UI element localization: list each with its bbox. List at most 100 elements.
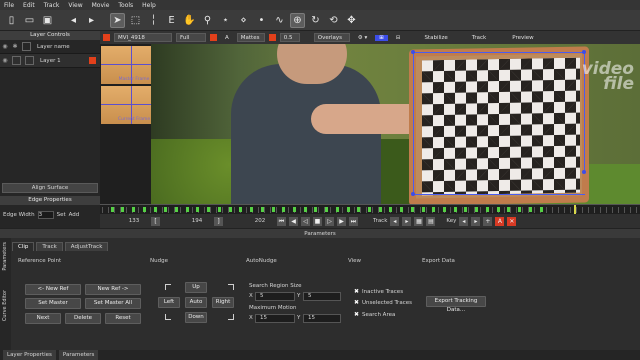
remove-point-icon[interactable]: ⋄	[236, 13, 251, 28]
track-shape-left[interactable]	[413, 52, 414, 194]
keyframe-marker[interactable]	[475, 207, 479, 212]
keyframe-marker[interactable]	[357, 207, 361, 212]
mark-in-icon[interactable]: [	[151, 216, 160, 226]
step-forward-icon[interactable]: ▶	[337, 216, 346, 226]
stabilize-button[interactable]: Stabilize	[420, 35, 451, 41]
lock-icon[interactable]: ⊕	[290, 12, 305, 28]
keyframe-marker[interactable]	[507, 207, 511, 212]
keyframe-marker[interactable]	[314, 207, 318, 212]
keyframe-marker[interactable]	[368, 207, 371, 212]
control-point[interactable]	[411, 50, 415, 54]
nudge-left-button[interactable]: Left	[158, 297, 180, 308]
keyframe-marker[interactable]	[153, 207, 157, 212]
add-point-icon[interactable]: ⋆	[218, 13, 233, 28]
set-master-button[interactable]: Set Master	[25, 298, 81, 309]
preview-button[interactable]: Preview	[508, 35, 537, 41]
nudge-up-button[interactable]: Up	[185, 282, 207, 293]
keyframe-marker[interactable]	[303, 207, 307, 212]
point-tool-icon[interactable]: •	[254, 13, 269, 28]
export-tracking-data-button[interactable]: Export Tracking Data...	[426, 296, 486, 313]
motion-y-field[interactable]: 15	[303, 314, 341, 323]
in-frame[interactable]: 194	[183, 218, 211, 224]
menu-help[interactable]: Help	[142, 2, 156, 9]
go-start-icon[interactable]: ⏮	[277, 216, 286, 226]
new-ref-forward-button[interactable]: New Ref ->	[85, 284, 141, 295]
inactive-traces-checkbox[interactable]: ✖ Inactive Traces	[354, 288, 403, 295]
edge-add-button[interactable]: Add	[69, 212, 80, 218]
side-tab-parameters[interactable]: Parameters	[2, 242, 8, 271]
keyframe-marker[interactable]	[453, 207, 457, 212]
layer-row[interactable]: ◉ Layer 1	[0, 54, 100, 68]
open-folder-icon[interactable]: ▭	[22, 13, 37, 28]
timeline-bar[interactable]	[100, 204, 640, 215]
search-x-field[interactable]: 5	[255, 292, 295, 301]
control-point[interactable]	[411, 192, 415, 196]
tab-clip[interactable]: Clip	[12, 242, 35, 251]
save-icon[interactable]: ▣	[40, 13, 55, 28]
menu-view[interactable]: View	[68, 2, 82, 9]
keyframe-marker[interactable]	[196, 207, 200, 212]
edge-set-button[interactable]: Set	[57, 212, 66, 218]
keyframe-marker[interactable]	[110, 207, 114, 212]
keyframe-marker[interactable]	[292, 207, 296, 212]
keyframe-marker[interactable]	[239, 207, 243, 212]
key-add-icon[interactable]: +	[483, 216, 493, 226]
keyframe-marker[interactable]	[528, 207, 532, 212]
track-shape-bottom[interactable]	[413, 194, 585, 195]
keyframe-marker[interactable]	[217, 207, 221, 212]
eye-icon[interactable]: ◉	[0, 43, 10, 50]
unselected-traces-checkbox[interactable]: ✖ Unselected Traces	[354, 299, 412, 306]
keyframe-marker[interactable]	[518, 207, 522, 212]
tab-parameters[interactable]: Parameters	[58, 350, 99, 360]
lock-box-icon[interactable]	[22, 42, 31, 51]
keyframe-marker[interactable]	[335, 207, 339, 212]
keyframe-marker[interactable]	[485, 207, 489, 212]
keyframe-marker[interactable]	[132, 207, 136, 212]
keyframe-marker[interactable]	[164, 207, 168, 212]
keyframe-marker[interactable]	[282, 207, 286, 212]
layer-checkbox[interactable]	[12, 56, 21, 65]
keyframe-marker[interactable]	[410, 207, 414, 212]
menu-edit[interactable]: Edit	[23, 2, 35, 9]
keyframe-marker[interactable]	[400, 207, 404, 212]
new-ref-back-button[interactable]: <- New Ref	[25, 284, 81, 295]
track-button[interactable]: Track	[468, 35, 490, 41]
menu-movie[interactable]: Movie	[92, 2, 110, 9]
keyframe-marker[interactable]	[260, 207, 264, 212]
track-forward-icon[interactable]: ▸	[402, 216, 412, 226]
play-back-icon[interactable]: ◁	[301, 216, 310, 226]
keyframe-marker[interactable]	[185, 207, 189, 212]
tab-layer-properties[interactable]: Layer Properties	[3, 350, 56, 360]
keyframe-marker[interactable]	[443, 207, 447, 212]
keyframe-marker[interactable]	[250, 207, 254, 212]
color-square-icon[interactable]	[210, 34, 217, 41]
move-icon[interactable]: ✥	[344, 13, 359, 28]
mesh-icon[interactable]: ⊞	[375, 34, 388, 41]
set-master-all-button[interactable]: Set Master All	[85, 298, 141, 309]
delete-button[interactable]: Delete	[65, 313, 101, 324]
loop-icon[interactable]: ⟲	[326, 13, 341, 28]
edit-icon[interactable]: E	[164, 13, 179, 28]
keyframe-marker[interactable]	[207, 207, 211, 212]
side-tab-curve-editor[interactable]: Curve Editor	[2, 290, 8, 321]
next-button[interactable]: Next	[25, 313, 61, 324]
stop-icon[interactable]: ■	[313, 216, 322, 226]
key-next-icon[interactable]: ▸	[471, 216, 481, 226]
motion-x-field[interactable]: 15	[255, 314, 295, 323]
video-viewport[interactable]: video file	[151, 44, 640, 204]
keyframe-marker[interactable]	[346, 207, 350, 212]
nudge-down-button[interactable]: Down	[185, 312, 207, 323]
keyframe-marker[interactable]	[496, 207, 500, 212]
new-file-icon[interactable]: ▯	[4, 13, 19, 28]
auto-key-icon[interactable]: A	[495, 216, 505, 226]
bezier-icon[interactable]: ╎	[146, 13, 161, 28]
keyframe-marker[interactable]	[175, 207, 179, 212]
visibility-eye-icon[interactable]: ◉	[0, 57, 10, 64]
keyframe-marker[interactable]	[539, 207, 543, 212]
control-point[interactable]	[582, 170, 586, 174]
select-arrow-icon[interactable]: ➤	[110, 12, 125, 28]
tab-track[interactable]: Track	[36, 242, 63, 251]
keyframe-marker[interactable]	[271, 207, 275, 212]
keyframe-marker[interactable]	[421, 207, 425, 212]
menu-file[interactable]: File	[4, 2, 14, 9]
